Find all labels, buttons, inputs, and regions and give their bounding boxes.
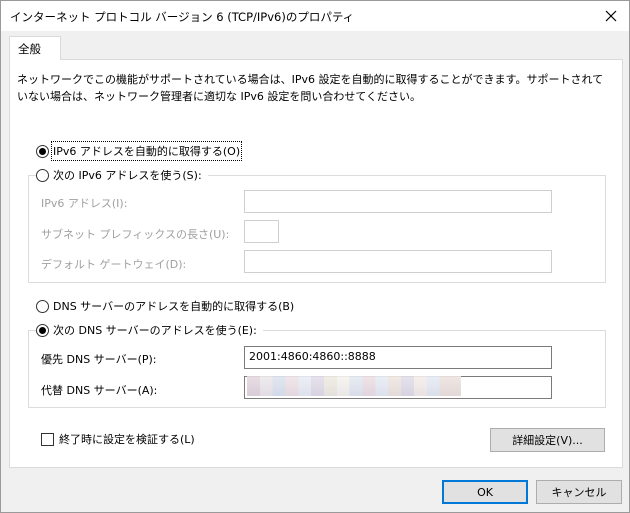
properties-dialog: インターネット プロトコル バージョン 6 (TCP/IPv6)のプロパティ 全… bbox=[0, 0, 630, 513]
tab-general[interactable]: 全般 bbox=[9, 36, 61, 60]
radio-indicator bbox=[36, 323, 49, 337]
radio-dns-manual-label: 次の DNS サーバーのアドレスを使う(E): bbox=[53, 324, 257, 337]
alternate-dns-label: 代替 DNS サーバー(A): bbox=[41, 384, 158, 397]
redacted-address bbox=[247, 376, 461, 396]
advanced-button[interactable]: 詳細設定(V)... bbox=[490, 428, 605, 452]
checkbox-indicator bbox=[41, 432, 54, 446]
prefix-length-label: サブネット プレフィックスの長さ(U): bbox=[41, 228, 230, 241]
radio-ipv6-manual-label: 次の IPv6 アドレスを使う(S): bbox=[53, 169, 202, 182]
default-gateway-label: デフォルト ゲートウェイ(D): bbox=[41, 258, 187, 271]
window-title: インターネット プロトコル バージョン 6 (TCP/IPv6)のプロパティ bbox=[10, 10, 355, 24]
radio-indicator bbox=[36, 144, 49, 158]
default-gateway-input[interactable] bbox=[244, 250, 552, 273]
validate-on-exit-label: 終了時に設定を検証する(L) bbox=[59, 433, 195, 446]
ipv6-address-input[interactable] bbox=[244, 190, 552, 213]
description-text: ネットワークでこの機能がサポートされている場合は、IPv6 設定を自動的に取得す… bbox=[17, 73, 604, 103]
radio-dns-auto[interactable]: DNS サーバーのアドレスを自動的に取得する(B) bbox=[36, 298, 294, 314]
ok-button[interactable]: OK bbox=[442, 480, 528, 504]
radio-ipv6-auto-label: IPv6 アドレスを自動的に取得する(O) bbox=[50, 141, 243, 161]
title-bar[interactable]: インターネット プロトコル バージョン 6 (TCP/IPv6)のプロパティ bbox=[1, 1, 629, 31]
close-button[interactable] bbox=[593, 1, 629, 31]
radio-ipv6-auto[interactable]: IPv6 アドレスを自動的に取得する(O) bbox=[36, 141, 243, 161]
validate-on-exit-checkbox[interactable]: 終了時に設定を検証する(L) bbox=[41, 431, 195, 447]
radio-dns-auto-label: DNS サーバーのアドレスを自動的に取得する(B) bbox=[53, 300, 295, 313]
close-icon bbox=[605, 10, 617, 22]
radio-ipv6-manual[interactable]: 次の IPv6 アドレスを使う(S): bbox=[36, 167, 208, 183]
preferred-dns-input[interactable]: 2001:4860:4860::8888 bbox=[244, 346, 552, 369]
radio-indicator bbox=[36, 168, 49, 182]
cancel-button[interactable]: キャンセル bbox=[536, 480, 622, 504]
radio-dns-manual[interactable]: 次の DNS サーバーのアドレスを使う(E): bbox=[36, 322, 263, 338]
prefix-length-input[interactable] bbox=[244, 220, 279, 243]
preferred-dns-label: 優先 DNS サーバー(P): bbox=[41, 353, 157, 366]
ipv6-address-label: IPv6 アドレス(I): bbox=[41, 197, 128, 210]
radio-indicator bbox=[36, 299, 49, 313]
